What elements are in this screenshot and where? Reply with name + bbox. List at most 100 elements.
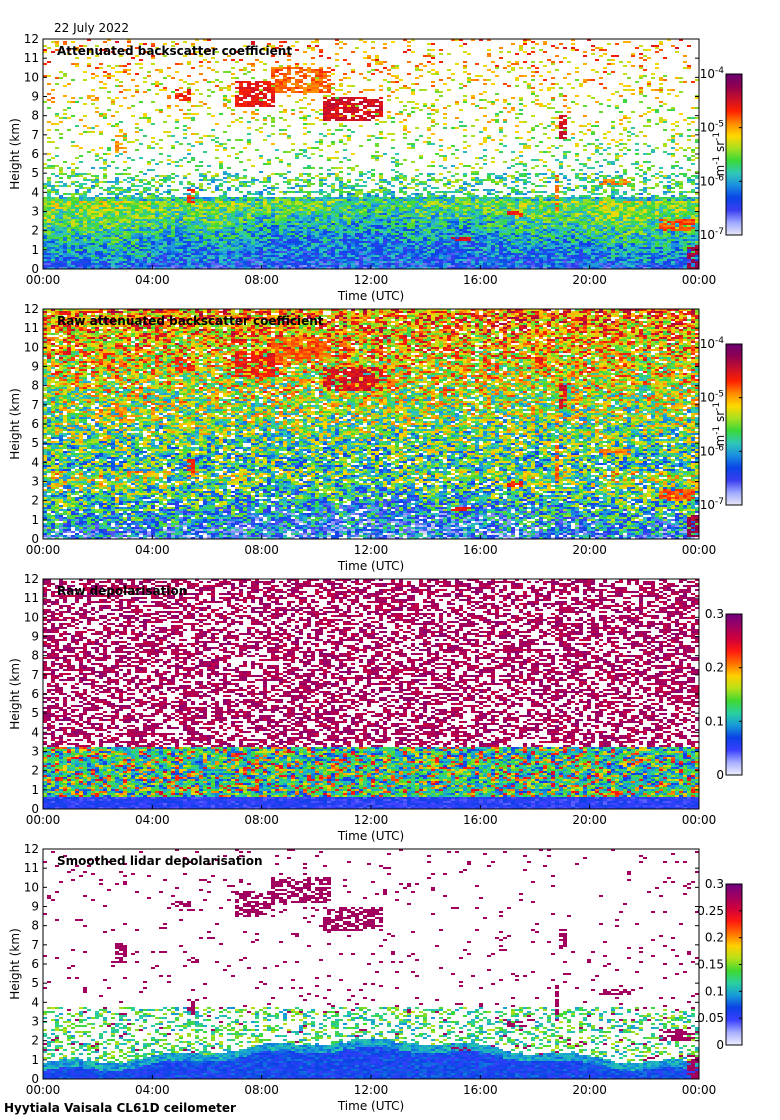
x-tick-label: 00:00 [26, 273, 61, 287]
x-tick-label: 16:00 [463, 813, 498, 827]
y-tick-label: 12 [24, 302, 39, 316]
x-tick-label: 04:00 [135, 813, 170, 827]
colorbar-unit: m-1 sr-1 [712, 132, 727, 177]
y-tick-label: 5 [31, 706, 39, 720]
instrument-footer: Hyytiala Vaisala CL61D ceilometer [4, 1101, 236, 1115]
x-tick-label: 20:00 [572, 273, 607, 287]
panel-1: Attenuated backscatter coefficient012345… [8, 32, 743, 303]
colorbar-tick-label: 0 [716, 1038, 724, 1052]
heatmap-image [43, 579, 699, 809]
y-tick-label: 6 [31, 687, 39, 701]
y-tick-label: 2 [31, 764, 39, 778]
panel-title: Attenuated backscatter coefficient [57, 44, 292, 58]
colorbar-tick-label: 10-7 [700, 227, 724, 242]
x-tick-label: 16:00 [463, 543, 498, 557]
y-tick-label: 10 [24, 610, 39, 624]
y-tick-label: 5 [31, 166, 39, 180]
x-axis-label: Time (UTC) [337, 289, 404, 303]
y-axis-label: Height (km) [8, 388, 22, 459]
x-tick-label: 08:00 [244, 543, 279, 557]
x-tick-label: 08:00 [244, 273, 279, 287]
y-tick-label: 2 [31, 494, 39, 508]
x-tick-label: 16:00 [463, 1083, 498, 1097]
colorbar-tick-label: 10-7 [700, 497, 724, 512]
x-tick-label: 00:00 [682, 813, 717, 827]
colorbar-tick-label: 10-4 [700, 336, 725, 351]
panel-title: Raw depolarisation [57, 584, 187, 598]
y-tick-label: 5 [31, 976, 39, 990]
y-tick-label: 11 [24, 591, 39, 605]
y-tick-label: 9 [31, 900, 39, 914]
y-tick-label: 1 [31, 783, 39, 797]
y-tick-label: 11 [24, 861, 39, 875]
heatmap-image [43, 309, 699, 539]
x-axis-label: Time (UTC) [337, 559, 404, 573]
panel-title: Smoothed lidar depolarisation [57, 854, 263, 868]
y-tick-label: 7 [31, 128, 39, 142]
x-tick-label: 20:00 [572, 813, 607, 827]
y-tick-label: 1 [31, 243, 39, 257]
x-tick-label: 04:00 [135, 273, 170, 287]
y-tick-label: 9 [31, 360, 39, 374]
x-tick-label: 12:00 [354, 813, 389, 827]
y-tick-label: 6 [31, 417, 39, 431]
x-tick-label: 12:00 [354, 273, 389, 287]
colorbar-tick-label: 0.05 [697, 1011, 724, 1025]
y-tick-label: 3 [31, 475, 39, 489]
y-tick-label: 7 [31, 668, 39, 682]
y-tick-label: 7 [31, 938, 39, 952]
panel-3: Raw depolarisation012345678910111200:00 0… [8, 572, 743, 843]
x-tick-label: 00:00 [26, 543, 61, 557]
colorbar-tick-label: 0 [716, 768, 724, 782]
x-tick-label: 00:00 [26, 1083, 61, 1097]
panel-2: Raw attenuated backscatter coefficient01… [8, 302, 743, 573]
colorbar-tick-label: 0.1 [705, 714, 724, 728]
y-tick-label: 2 [31, 224, 39, 238]
y-tick-label: 10 [24, 880, 39, 894]
x-tick-label: 20:00 [572, 1083, 607, 1097]
colorbar-tick-label: 0.1 [705, 984, 724, 998]
x-tick-label: 00:00 [682, 1083, 717, 1097]
heatmap-image [43, 849, 699, 1079]
y-tick-label: 9 [31, 630, 39, 644]
colorbar-tick-label: 0.2 [705, 931, 724, 945]
colorbar-tick-label: 0.3 [705, 877, 724, 891]
y-tick-label: 5 [31, 436, 39, 450]
y-tick-label: 8 [31, 379, 39, 393]
x-tick-label: 20:00 [572, 543, 607, 557]
y-tick-label: 8 [31, 919, 39, 933]
heatmap-image [43, 39, 699, 269]
y-tick-label: 3 [31, 205, 39, 219]
y-tick-label: 11 [24, 321, 39, 335]
y-axis-label: Height (km) [8, 658, 22, 729]
colorbar-tick-label: 0.15 [697, 958, 724, 972]
y-tick-label: 3 [31, 745, 39, 759]
y-tick-label: 4 [31, 455, 39, 469]
colorbar-tick-label: 0.3 [705, 607, 724, 621]
x-tick-label: 16:00 [463, 273, 498, 287]
y-tick-label: 1 [31, 513, 39, 527]
y-tick-label: 9 [31, 90, 39, 104]
y-axis-label: Height (km) [8, 928, 22, 999]
x-tick-label: 04:00 [135, 543, 170, 557]
y-axis-label: Height (km) [8, 118, 22, 189]
x-tick-label: 00:00 [682, 273, 717, 287]
y-tick-label: 12 [24, 572, 39, 586]
y-tick-label: 12 [24, 842, 39, 856]
x-tick-label: 12:00 [354, 1083, 389, 1097]
y-tick-label: 8 [31, 649, 39, 663]
colorbar-unit: m-1 sr-1 [712, 402, 727, 447]
y-tick-label: 1 [31, 1053, 39, 1067]
colorbar-tick-label: 0.2 [705, 661, 724, 675]
y-tick-label: 11 [24, 51, 39, 65]
y-tick-label: 10 [24, 70, 39, 84]
y-tick-label: 8 [31, 109, 39, 123]
y-tick-label: 12 [24, 32, 39, 46]
x-tick-label: 08:00 [244, 1083, 279, 1097]
x-axis-label: Time (UTC) [337, 829, 404, 843]
x-tick-label: 12:00 [354, 543, 389, 557]
x-axis-label: Time (UTC) [337, 1099, 404, 1113]
x-tick-label: 00:00 [682, 543, 717, 557]
colorbar-tick-label: 10-4 [700, 66, 725, 81]
y-tick-label: 4 [31, 725, 39, 739]
